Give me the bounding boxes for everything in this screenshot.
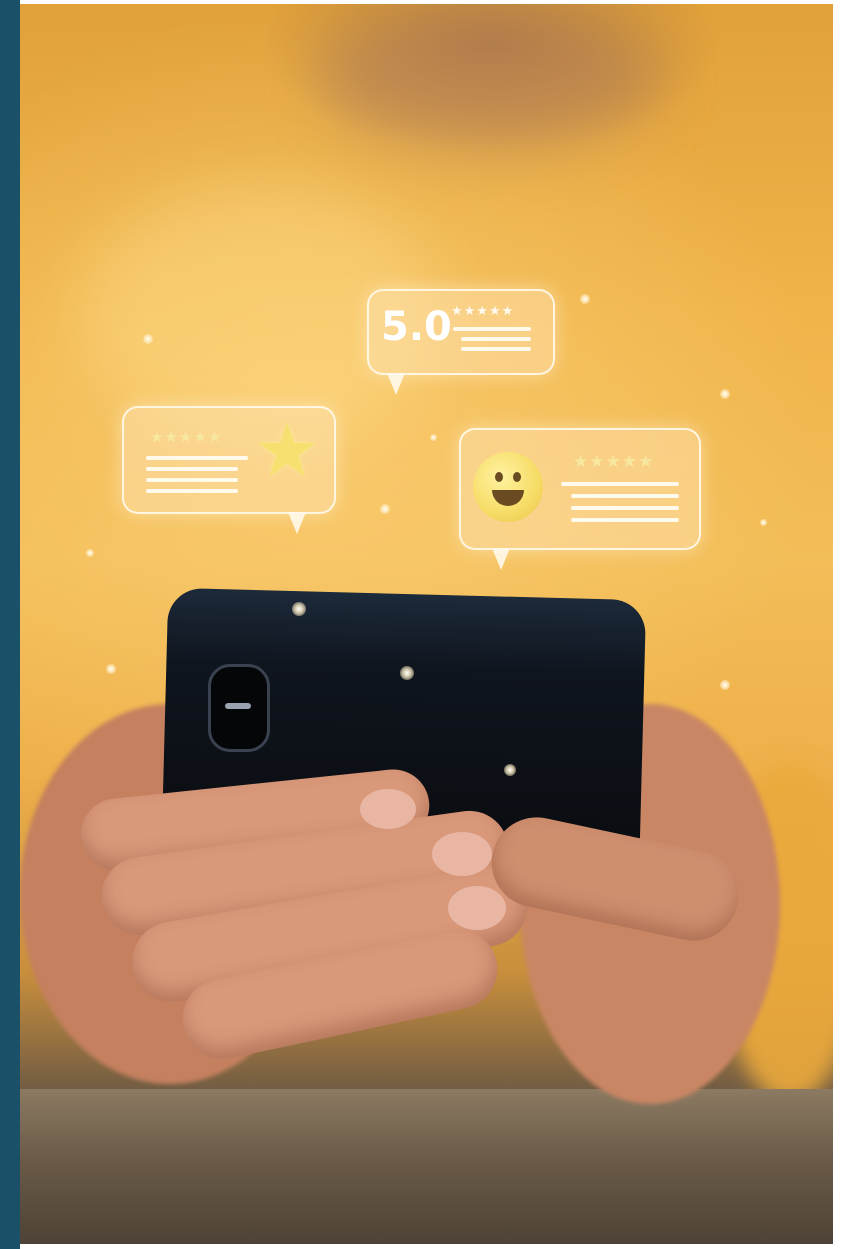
- five-star-icon: ★★★★★: [150, 428, 223, 446]
- five-star-icon: ★★★★★: [573, 452, 655, 472]
- photo: 5.0 ★★★★★ ★★★★★ ★ ★★★★★: [20, 4, 833, 1244]
- text-line-icon: [561, 482, 679, 486]
- sparkle: [86, 549, 94, 557]
- sparkle: [720, 389, 730, 399]
- sparkle: [760, 519, 767, 526]
- right-eye: [513, 472, 521, 482]
- sparkle: [106, 664, 116, 674]
- nail-1: [360, 789, 416, 829]
- rating-value: 5.0: [381, 304, 452, 350]
- bubble-tail: [492, 548, 510, 570]
- page: 5.0 ★★★★★ ★★★★★ ★ ★★★★★: [0, 0, 846, 1249]
- smiley-face-icon: [473, 452, 543, 522]
- nail-2: [432, 832, 492, 876]
- text-line-icon: [146, 467, 238, 471]
- sparkle: [430, 434, 437, 441]
- star-review-bubble: ★★★★★ ★: [122, 406, 336, 514]
- left-eye: [495, 472, 503, 482]
- smiling-star-icon: ★: [254, 408, 321, 494]
- wooden-table: [20, 1089, 833, 1244]
- sparkle: [504, 764, 516, 776]
- camera-icon: [208, 664, 270, 752]
- smiley-review-bubble: ★★★★★: [459, 428, 701, 550]
- rating-bubble: 5.0 ★★★★★: [367, 289, 555, 375]
- text-line-icon: [461, 347, 531, 351]
- sparkle: [400, 666, 414, 680]
- bubble-tail: [288, 512, 306, 534]
- sparkle: [143, 334, 153, 344]
- nail-3: [448, 886, 506, 930]
- bubble-tail: [387, 373, 405, 395]
- text-line-icon: [146, 478, 238, 482]
- sparkle: [580, 294, 590, 304]
- collar-shadow: [320, 4, 660, 154]
- text-line-icon: [453, 327, 531, 331]
- smile-mouth: [492, 490, 524, 506]
- sparkle: [720, 680, 730, 690]
- text-line-icon: [571, 518, 679, 522]
- text-line-icon: [571, 506, 679, 510]
- sparkle: [380, 504, 390, 514]
- text-line-icon: [571, 494, 679, 498]
- sparkle: [292, 602, 306, 616]
- text-line-icon: [146, 489, 238, 493]
- text-line-icon: [146, 456, 248, 460]
- left-accent-bar: [0, 0, 20, 1249]
- text-line-icon: [461, 337, 531, 341]
- five-star-icon: ★★★★★: [451, 304, 515, 319]
